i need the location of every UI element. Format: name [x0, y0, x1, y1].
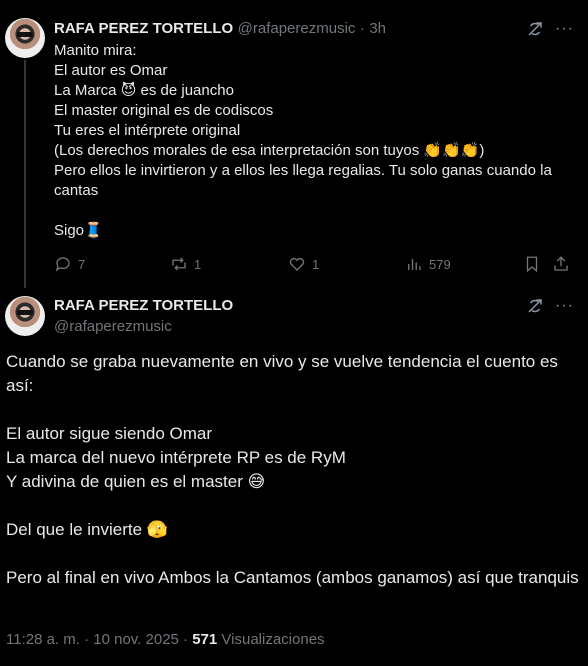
bookmark-button[interactable]: [523, 255, 541, 273]
bookmark-icon: [526, 256, 538, 273]
reply-count: 7: [78, 256, 86, 272]
timestamp[interactable]: 11:28 a. m. · 10 nov. 2025 ·: [6, 631, 192, 648]
repost-count: 1: [194, 256, 202, 272]
avatar[interactable]: [5, 18, 45, 58]
share-button[interactable]: [552, 255, 570, 273]
like-count: 1: [312, 256, 320, 272]
reply-icon: [55, 257, 70, 272]
views-button[interactable]: 579: [405, 255, 451, 273]
thread-line: [24, 60, 26, 288]
repost-icon: [172, 257, 186, 271]
grok-icon[interactable]: [526, 297, 544, 315]
views-label: Visualizaciones: [217, 631, 325, 648]
tweet-text: Cuando se graba nuevamente en vivo y se …: [6, 352, 579, 587]
author-name[interactable]: RAFA PEREZ TORTELLO: [54, 20, 233, 37]
like-button[interactable]: 1: [288, 255, 319, 273]
reply-button[interactable]: 7: [54, 255, 85, 273]
handle-row: @rafaperezmusic: [54, 318, 172, 336]
tweet-text: Manito mira: El autor es Omar La Marca 😈…: [54, 42, 552, 239]
tweet-header: RAFA PEREZ TORTELLO: [54, 297, 233, 315]
grok-icon[interactable]: [526, 20, 544, 38]
views-count: 579: [429, 256, 451, 272]
author-handle[interactable]: @rafaperezmusic: [238, 20, 356, 37]
repost-button[interactable]: 1: [170, 255, 201, 273]
views-icon: [408, 258, 421, 270]
share-icon: [554, 256, 568, 271]
views-count: 571: [192, 631, 218, 648]
tweet-time[interactable]: 3h: [369, 20, 386, 37]
more-icon[interactable]: ···: [555, 21, 573, 40]
tweet-header: RAFA PEREZ TORTELLO @rafaperezmusic · 3h: [54, 20, 386, 38]
author-name[interactable]: RAFA PEREZ TORTELLO: [54, 297, 233, 314]
action-bar: 7 1 1 579: [54, 255, 574, 275]
separator: ·: [359, 20, 365, 37]
like-icon: [289, 257, 305, 271]
tweet-meta: 11:28 a. m. · 10 nov. 2025 · 571 Visuali…: [6, 631, 325, 648]
avatar[interactable]: [5, 296, 45, 336]
more-icon[interactable]: ···: [555, 298, 573, 317]
author-handle[interactable]: @rafaperezmusic: [54, 318, 172, 335]
